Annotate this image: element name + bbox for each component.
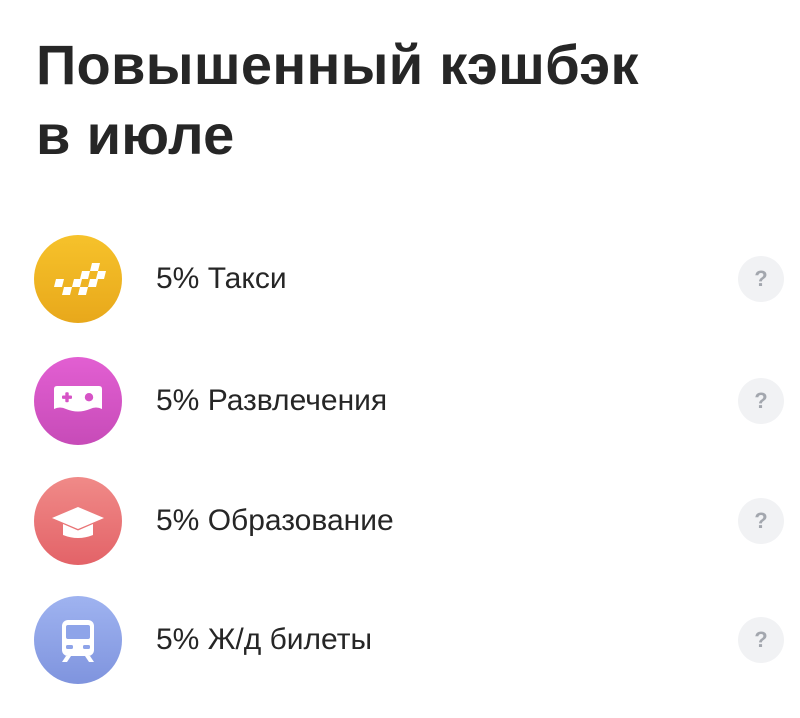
cashback-category-list: 5% Такси ? 5% Развлечения ? 5% Образован… — [0, 0, 800, 718]
cashback-item-taxi[interactable]: 5% Такси ? — [0, 229, 800, 329]
help-button-taxi[interactable]: ? — [738, 256, 784, 302]
cashback-item-railway-tickets[interactable]: 5% Ж/д билеты ? — [0, 590, 800, 690]
gamepad-icon — [34, 357, 122, 445]
category-label-entertainment: 5% Развлечения — [156, 384, 388, 417]
taxi-checker-icon — [34, 235, 122, 323]
graduation-cap-icon — [34, 477, 122, 565]
category-label-railway-tickets: 5% Ж/д билеты — [156, 623, 373, 656]
help-button-entertainment[interactable]: ? — [738, 378, 784, 424]
category-label-taxi: 5% Такси — [156, 262, 287, 295]
cashback-item-entertainment[interactable]: 5% Развлечения ? — [0, 351, 800, 451]
cashback-item-education[interactable]: 5% Образование ? — [0, 471, 800, 571]
help-button-education[interactable]: ? — [738, 498, 784, 544]
train-icon — [34, 596, 122, 684]
help-button-railway-tickets[interactable]: ? — [738, 617, 784, 663]
category-label-education: 5% Образование — [156, 504, 394, 537]
